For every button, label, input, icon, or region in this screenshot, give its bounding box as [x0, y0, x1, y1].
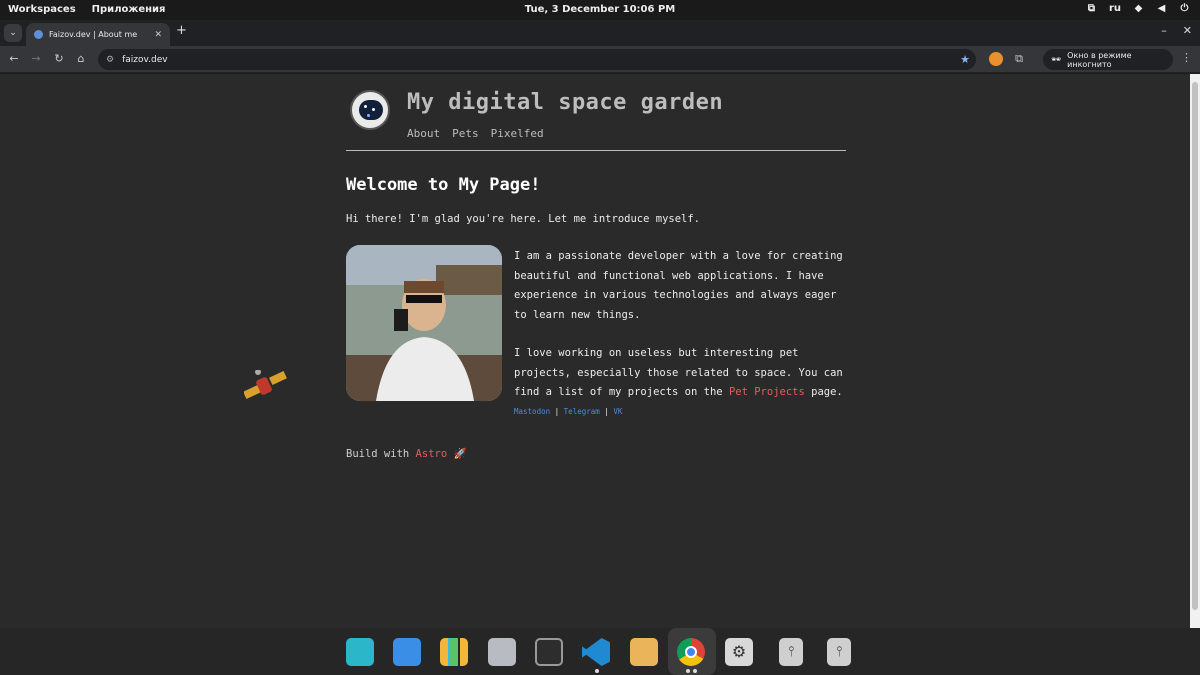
- usb-drive-2-icon[interactable]: ⫯: [827, 638, 851, 666]
- search-app-icon[interactable]: [346, 638, 374, 666]
- social-separator: |: [554, 406, 560, 416]
- incognito-label: Окно в режиме инкогнито: [1067, 50, 1132, 69]
- nav-link-pets[interactable]: Pets: [452, 127, 479, 140]
- intro-text: Hi there! I'm glad you're here. Let me i…: [346, 213, 701, 225]
- site-footer: Build with Astro 🚀: [346, 448, 467, 460]
- favicon-icon: [34, 30, 43, 39]
- social-links: Mastodon | Telegram | VK: [514, 407, 846, 417]
- incognito-indicator[interactable]: 🕶 Окно в режиме инкогнито: [1043, 49, 1173, 70]
- vscode-icon[interactable]: [582, 638, 610, 666]
- browser-tab-active[interactable]: Faizov.dev | About me ✕: [26, 23, 170, 46]
- satellite-decoration: [243, 369, 288, 406]
- url-text: faizov.dev: [122, 54, 168, 65]
- power-icon[interactable]: ⏻: [1179, 3, 1190, 14]
- screen-share-icon[interactable]: ⧉: [1086, 3, 1097, 14]
- pet-projects-link[interactable]: Pet Projects: [729, 386, 805, 398]
- terminal-icon[interactable]: [535, 638, 563, 666]
- browser-menu-icon[interactable]: ⋮: [1181, 51, 1192, 64]
- nav-link-about[interactable]: About: [407, 127, 440, 140]
- app-grid-icon[interactable]: [440, 638, 468, 666]
- software-store-icon[interactable]: [630, 638, 658, 666]
- running-indicator: [693, 669, 697, 673]
- dock: ⚙ ⫯ ⫯: [0, 628, 1200, 675]
- social-separator: |: [604, 406, 609, 416]
- telegram-link[interactable]: Telegram: [564, 407, 600, 416]
- usb-drive-icon[interactable]: ⫯: [779, 638, 803, 666]
- site-info-icon[interactable]: ⚙: [106, 55, 114, 65]
- files-manager-icon[interactable]: [393, 638, 421, 666]
- extensions-puzzle-icon[interactable]: ⧉: [1011, 51, 1027, 67]
- close-tab-icon[interactable]: ✕: [154, 30, 162, 40]
- site-title[interactable]: My digital space garden: [407, 90, 723, 115]
- address-bar[interactable]: ⚙ faizov.dev ★: [98, 49, 976, 70]
- vk-link[interactable]: VK: [613, 407, 622, 416]
- bio-text: I am a passionate developer with a love …: [514, 247, 846, 417]
- new-tab-button[interactable]: +: [176, 23, 187, 38]
- tab-search-button[interactable]: ⌄: [4, 24, 22, 42]
- close-window-button[interactable]: ✕: [1183, 24, 1192, 37]
- web-page: My digital space garden About Pets Pixel…: [0, 74, 1190, 628]
- astronaut-logo[interactable]: [350, 90, 390, 130]
- wifi-icon[interactable]: ◆: [1133, 3, 1144, 14]
- profile-photo: [346, 245, 502, 401]
- bio-paragraph-1: I am a passionate developer with a love …: [514, 250, 843, 321]
- chrome-icon[interactable]: [677, 638, 705, 666]
- browser-toolbar: ← → ↻ ⌂ ⚙ faizov.dev ★ ⧉ 🕶 Окно в режиме…: [0, 46, 1200, 73]
- rocket-icon: 🚀: [453, 448, 467, 460]
- system-top-bar: Workspaces Приложения Tue, 3 December 10…: [0, 0, 1200, 20]
- scrollbar-thumb[interactable]: [1192, 82, 1198, 610]
- bio-section: I am a passionate developer with a love …: [346, 245, 846, 425]
- bio-paragraph-2: I love working on useless but interestin…: [514, 347, 843, 398]
- running-indicator: [686, 669, 690, 673]
- mastodon-link[interactable]: Mastodon: [514, 407, 550, 416]
- extension-icon[interactable]: [989, 52, 1003, 66]
- file-folder-icon[interactable]: [488, 638, 516, 666]
- incognito-icon: 🕶: [1051, 55, 1062, 64]
- page-scrollbar[interactable]: [1190, 74, 1200, 628]
- home-button[interactable]: ⌂: [73, 51, 89, 67]
- nav-link-pixelfed[interactable]: Pixelfed: [491, 127, 544, 140]
- settings-gear-icon[interactable]: ⚙: [725, 638, 753, 666]
- browser-tab-strip: ⌄ Faizov.dev | About me ✕ + – ✕: [0, 20, 1200, 46]
- site-nav: About Pets Pixelfed: [407, 127, 544, 140]
- reload-button[interactable]: ↻: [51, 51, 67, 67]
- page-heading: Welcome to My Page!: [346, 175, 541, 195]
- satellite-icon: [243, 369, 287, 400]
- volume-icon[interactable]: ◀: [1156, 3, 1167, 14]
- forward-button[interactable]: →: [28, 51, 44, 67]
- site-header: My digital space garden About Pets Pixel…: [346, 74, 846, 151]
- tab-title: Faizov.dev | About me: [49, 30, 138, 39]
- back-button[interactable]: ←: [6, 51, 22, 67]
- main-content: My digital space garden About Pets Pixel…: [346, 74, 846, 460]
- running-indicator: [595, 669, 599, 673]
- system-clock[interactable]: Tue, 3 December 10:06 PM: [0, 4, 1200, 15]
- astro-link[interactable]: Astro: [416, 448, 448, 460]
- bookmark-star-icon[interactable]: ★: [960, 53, 970, 66]
- minimize-window-button[interactable]: –: [1161, 24, 1167, 37]
- keyboard-layout-indicator[interactable]: ru: [1109, 3, 1121, 14]
